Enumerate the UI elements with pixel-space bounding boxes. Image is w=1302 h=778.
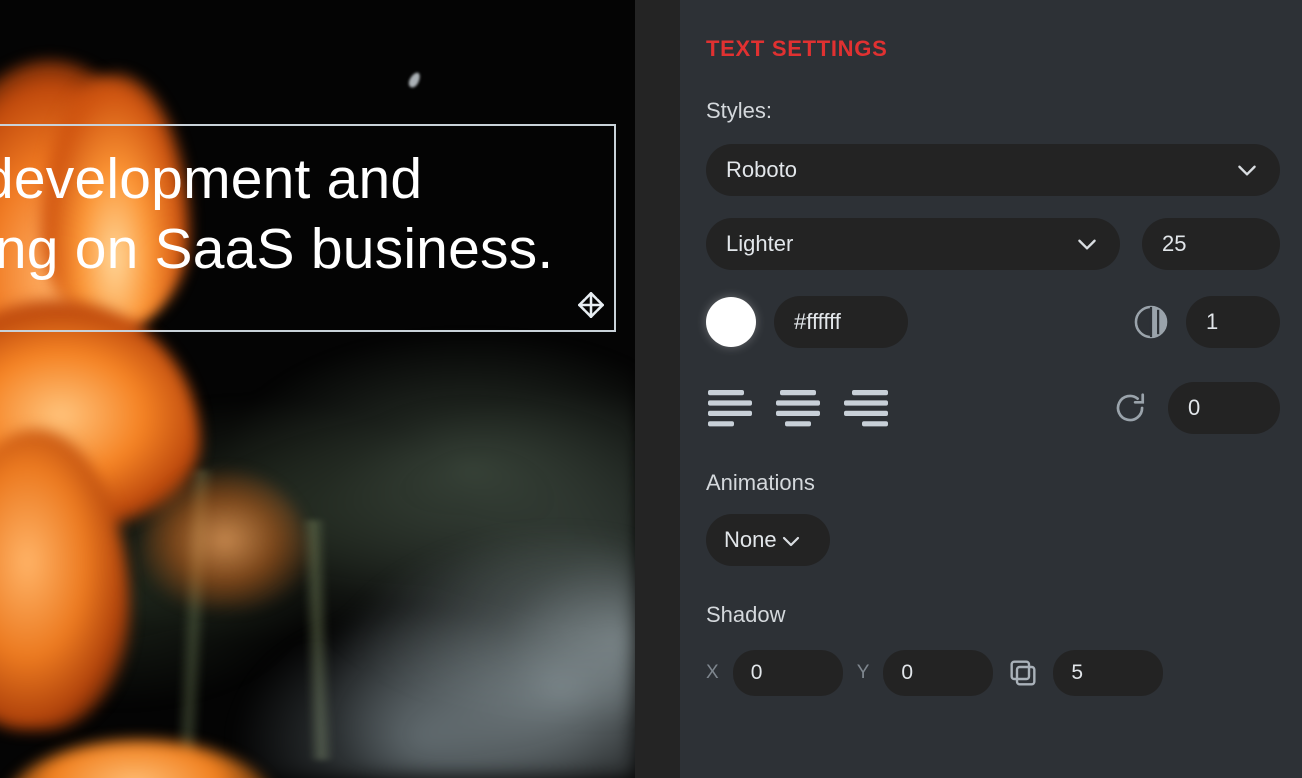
rotation-group: 0 <box>1112 382 1280 434</box>
opacity-input[interactable]: 1 <box>1186 296 1280 348</box>
weight-size-row: Lighter 25 <box>706 218 1280 270</box>
text-layer-selection-box[interactable]: development and ing on SaaS business. <box>0 124 616 332</box>
color-hex-input[interactable]: #ffffff <box>774 296 908 348</box>
video-frame <box>0 0 635 778</box>
text-settings-panel: TEXT SETTINGS Styles: Roboto Lighter 25 … <box>680 0 1302 778</box>
shadow-x-value: 0 <box>750 661 763 684</box>
font-size-input[interactable]: 25 <box>1142 218 1280 270</box>
opacity-icon <box>1132 303 1170 341</box>
rotation-input[interactable]: 0 <box>1168 382 1280 434</box>
align-center-icon[interactable] <box>774 388 822 428</box>
overlay-text-line-2: ing on SaaS business. <box>0 217 554 281</box>
shadow-x-label: X <box>706 662 719 683</box>
panel-gutter <box>635 0 680 778</box>
chevron-down-icon <box>1234 157 1260 183</box>
shadow-x-input[interactable]: 0 <box>732 650 843 696</box>
alignment-rotation-row: 0 <box>706 382 1280 434</box>
panel-title: TEXT SETTINGS <box>706 36 888 61</box>
font-family-select[interactable]: Roboto <box>706 144 1280 196</box>
color-opacity-row: #ffffff 1 <box>706 296 1280 348</box>
chevron-down-icon <box>779 528 803 552</box>
color-hex-value: #ffffff <box>794 309 841 334</box>
shadow-label: Shadow <box>706 602 786 627</box>
app-root: development and ing on SaaS business. TE… <box>0 0 1302 778</box>
align-left-icon[interactable] <box>706 388 754 428</box>
shadow-y-label: Y <box>856 662 870 683</box>
color-swatch[interactable] <box>706 297 756 347</box>
move-icon[interactable] <box>574 288 608 322</box>
opacity-value: 1 <box>1206 309 1219 334</box>
overlay-text-line-1: development and <box>0 147 423 211</box>
shadow-y-value: 0 <box>901 661 914 684</box>
rotate-clockwise-icon[interactable] <box>1112 389 1150 427</box>
shadow-blur-value: 5 <box>1071 661 1084 684</box>
shadow-blur-input[interactable]: 5 <box>1053 650 1164 696</box>
animation-select[interactable]: None <box>706 514 830 566</box>
font-weight-value: Lighter <box>726 231 794 256</box>
shadow-blur-icon <box>1007 657 1039 689</box>
rotation-value: 0 <box>1188 395 1201 420</box>
align-right-icon[interactable] <box>842 388 890 428</box>
shadow-controls-row: X 0 Y 0 5 <box>706 650 1280 696</box>
animation-value: None <box>724 527 777 552</box>
video-preview-canvas[interactable]: development and ing on SaaS business. <box>0 0 635 778</box>
animations-label: Animations <box>706 470 815 495</box>
chevron-down-icon <box>1074 231 1100 257</box>
styles-label: Styles: <box>706 98 773 123</box>
shadow-y-input[interactable]: 0 <box>883 650 994 696</box>
font-weight-select[interactable]: Lighter <box>706 218 1120 270</box>
font-family-value: Roboto <box>726 157 797 182</box>
font-size-value: 25 <box>1162 231 1187 256</box>
opacity-group: 1 <box>1132 296 1280 348</box>
